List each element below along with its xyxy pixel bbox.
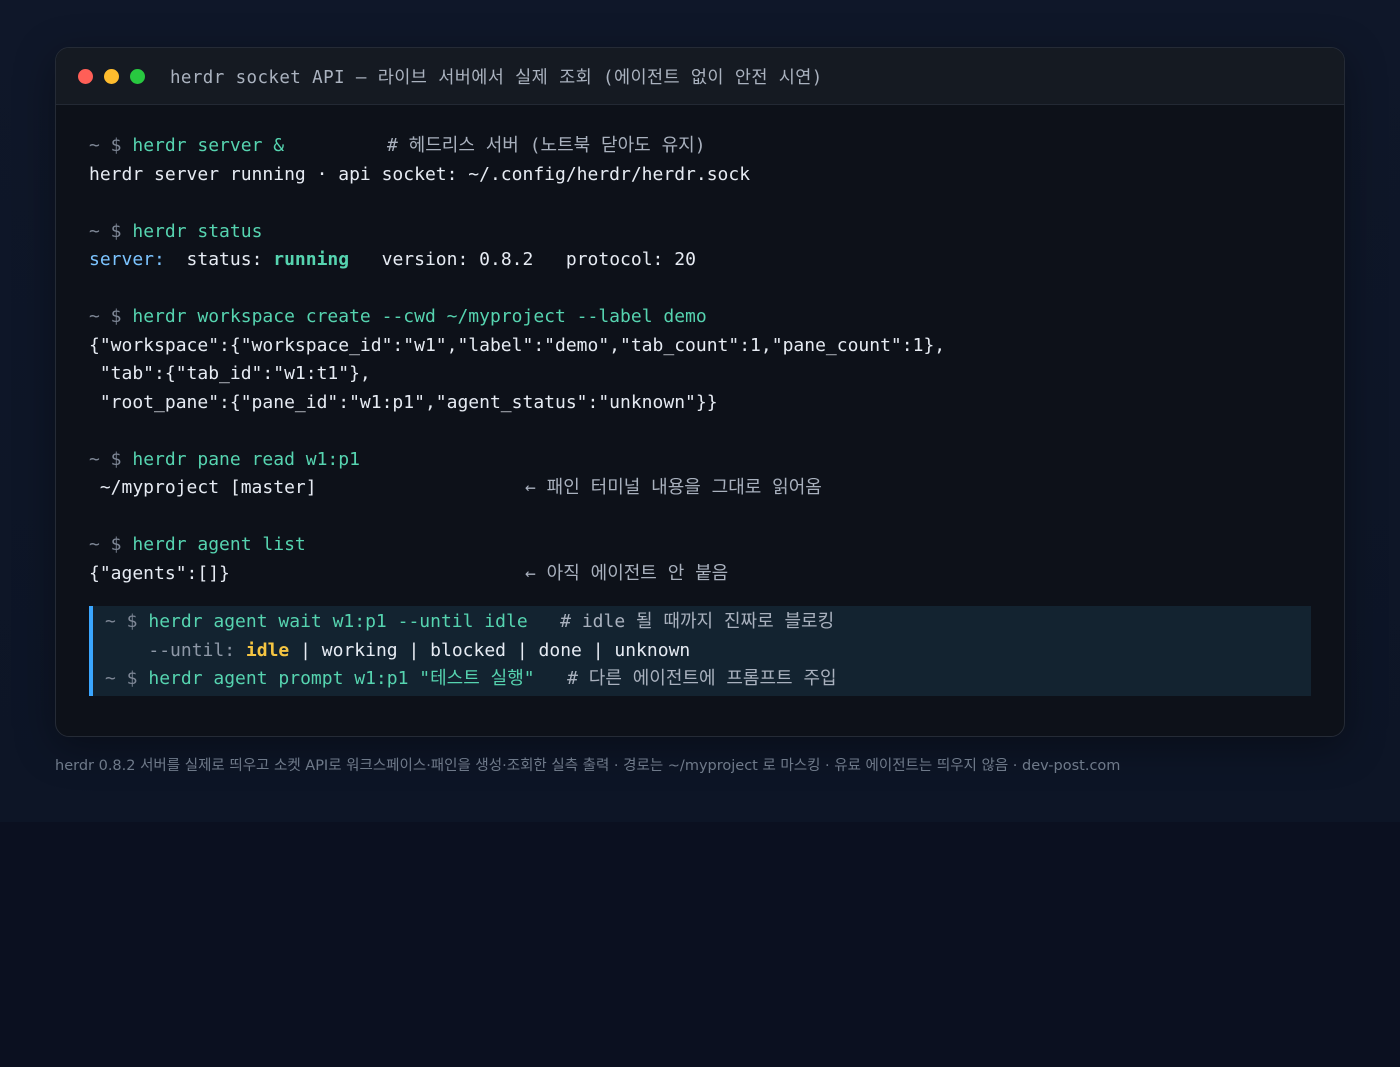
output-line: {"agents":[]} ← 아직 에이전트 안 붙음 [89,560,1311,589]
version-text: version: 0.8.2 [381,249,534,270]
prompt: ~ $ [105,611,138,632]
title-bar: herdr socket API — 라이브 서버에서 실제 조회 (에이전트 … [56,48,1344,105]
comment-text: # idle 될 때까지 진짜로 블로킹 [560,611,835,632]
output-line: ~/myproject [master] ← 패인 터미널 내용을 그대로 읽어옴 [89,474,1311,503]
protocol-text: protocol: 20 [565,249,696,270]
command-line: ~ $ herdr agent prompt w1:p1 "테스트 실행" # … [105,665,1311,694]
json-output-line: {"workspace":{"workspace_id":"w1","label… [89,334,946,356]
command-line: ~ $ herdr agent wait w1:p1 --until idle … [105,608,1311,637]
command-text: herdr workspace create --cwd ~/myproject… [132,306,707,327]
terminal-window: herdr socket API — 라이브 서버에서 실제 조회 (에이전트 … [55,47,1345,737]
window-title: herdr socket API — 라이브 서버에서 실제 조회 (에이전트 … [170,67,823,88]
command-text: herdr agent list [132,534,306,555]
minimize-window-icon[interactable] [104,68,119,84]
status-key: status: [186,249,263,270]
figure-caption: herdr 0.8.2 서버를 실제로 띄우고 소켓 API로 워크스페이스·패… [55,758,1121,774]
highlighted-commands: ~ $ herdr agent wait w1:p1 --until idle … [89,606,1311,696]
comment-text: # 헤드리스 서버 (노트북 닫아도 유지) [387,135,706,156]
command-text: herdr agent wait w1:p1 --until idle [148,611,528,632]
output-line: server: status: running version: 0.8.2 p… [89,246,1311,275]
prompt: ~ $ [89,448,122,470]
annotation-note: ← 패인 터미널 내용을 그대로 읽어옴 [525,477,822,498]
pane-content: ~/myproject [master] [89,477,317,498]
command-text: herdr status [132,220,263,242]
until-label: --until: [148,639,236,661]
output-line: herdr server running · api socket: ~/.co… [89,163,751,185]
command-line: ~ $ herdr workspace create --cwd ~/mypro… [89,303,1311,332]
command-line: ~ $ herdr pane read w1:p1 [89,446,1311,475]
close-window-icon[interactable] [78,68,93,84]
maximize-window-icon[interactable] [130,68,145,84]
annotation-note: ← 아직 에이전트 안 붙음 [525,562,729,584]
until-idle: idle [245,639,290,661]
prompt: ~ $ [89,135,122,156]
prompt: ~ $ [105,668,138,689]
command-text: herdr agent prompt w1:p1 "테스트 실행" [148,668,535,689]
until-options-line: --until: idle | working | blocked | done… [105,637,1311,666]
json-output-line: "root_pane":{"pane_id":"w1:p1","agent_st… [89,391,718,413]
until-rest: | working | blocked | done | unknown [300,639,691,661]
agents-json: {"agents":[]} [89,562,230,584]
status-value: running [273,249,350,270]
command-line: ~ $ herdr agent list [89,531,1311,560]
command-text: herdr pane read w1:p1 [132,448,360,470]
prompt: ~ $ [89,306,122,327]
prompt: ~ $ [89,534,122,555]
comment-text: # 다른 에이전트에 프롬프트 주입 [567,668,837,689]
server-label: server: [89,249,165,270]
json-output-line: "tab":{"tab_id":"w1:t1"}, [89,363,371,384]
prompt: ~ $ [89,220,122,242]
terminal-output[interactable]: ~ $ herdr server & # 헤드리스 서버 (노트북 닫아도 유지)… [89,132,1311,696]
command-line: ~ $ herdr server & # 헤드리스 서버 (노트북 닫아도 유지) [89,132,1311,161]
command-line: ~ $ herdr status [89,218,1311,247]
command-text: herdr server & [132,135,285,156]
